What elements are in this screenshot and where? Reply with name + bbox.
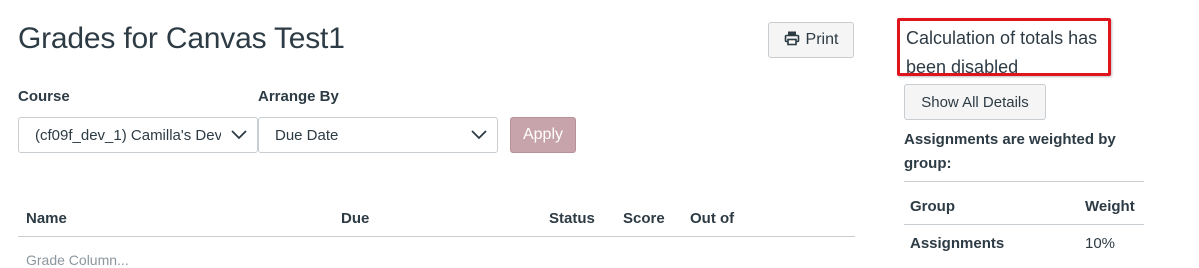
- weights-divider: [904, 224, 1144, 225]
- print-button[interactable]: Print: [768, 22, 854, 58]
- column-header-score[interactable]: Score: [623, 210, 665, 227]
- column-header-status[interactable]: Status: [549, 210, 595, 227]
- printer-icon: [784, 30, 800, 51]
- arrange-select-value: Due Date: [275, 126, 339, 144]
- weights-divider: [904, 181, 1144, 182]
- course-label: Course: [18, 88, 70, 105]
- chevron-down-icon: [221, 130, 257, 140]
- arrange-label: Arrange By: [258, 88, 339, 105]
- weight-row-value: 10%: [1085, 235, 1116, 252]
- column-header-due[interactable]: Due: [341, 210, 369, 227]
- weighted-heading: Assignments are weighted by group:: [904, 131, 1116, 172]
- chevron-down-icon: [461, 130, 497, 140]
- arrange-select[interactable]: Due Date: [258, 117, 498, 153]
- course-select-value: (cf09f_dev_1) Camilla's Dev: [35, 126, 221, 144]
- print-label: Print: [805, 31, 839, 48]
- table-row[interactable]: Grade Column...: [26, 252, 129, 268]
- column-header-out-of[interactable]: Out of: [690, 210, 734, 227]
- totals-disabled-notice: Calculation of totals has been disabled: [897, 18, 1111, 77]
- apply-button[interactable]: Apply: [510, 117, 576, 153]
- weight-row-group: Assignments: [910, 235, 1005, 252]
- table-header-divider: [18, 236, 855, 237]
- page-title: Grades for Canvas Test1: [18, 22, 345, 55]
- show-all-details-button[interactable]: Show All Details: [904, 84, 1046, 120]
- column-header-name[interactable]: Name: [26, 210, 67, 227]
- weights-header-weight: Weight: [1085, 198, 1135, 215]
- course-select[interactable]: (cf09f_dev_1) Camilla's Dev: [18, 117, 258, 153]
- weights-header-group: Group: [910, 198, 955, 215]
